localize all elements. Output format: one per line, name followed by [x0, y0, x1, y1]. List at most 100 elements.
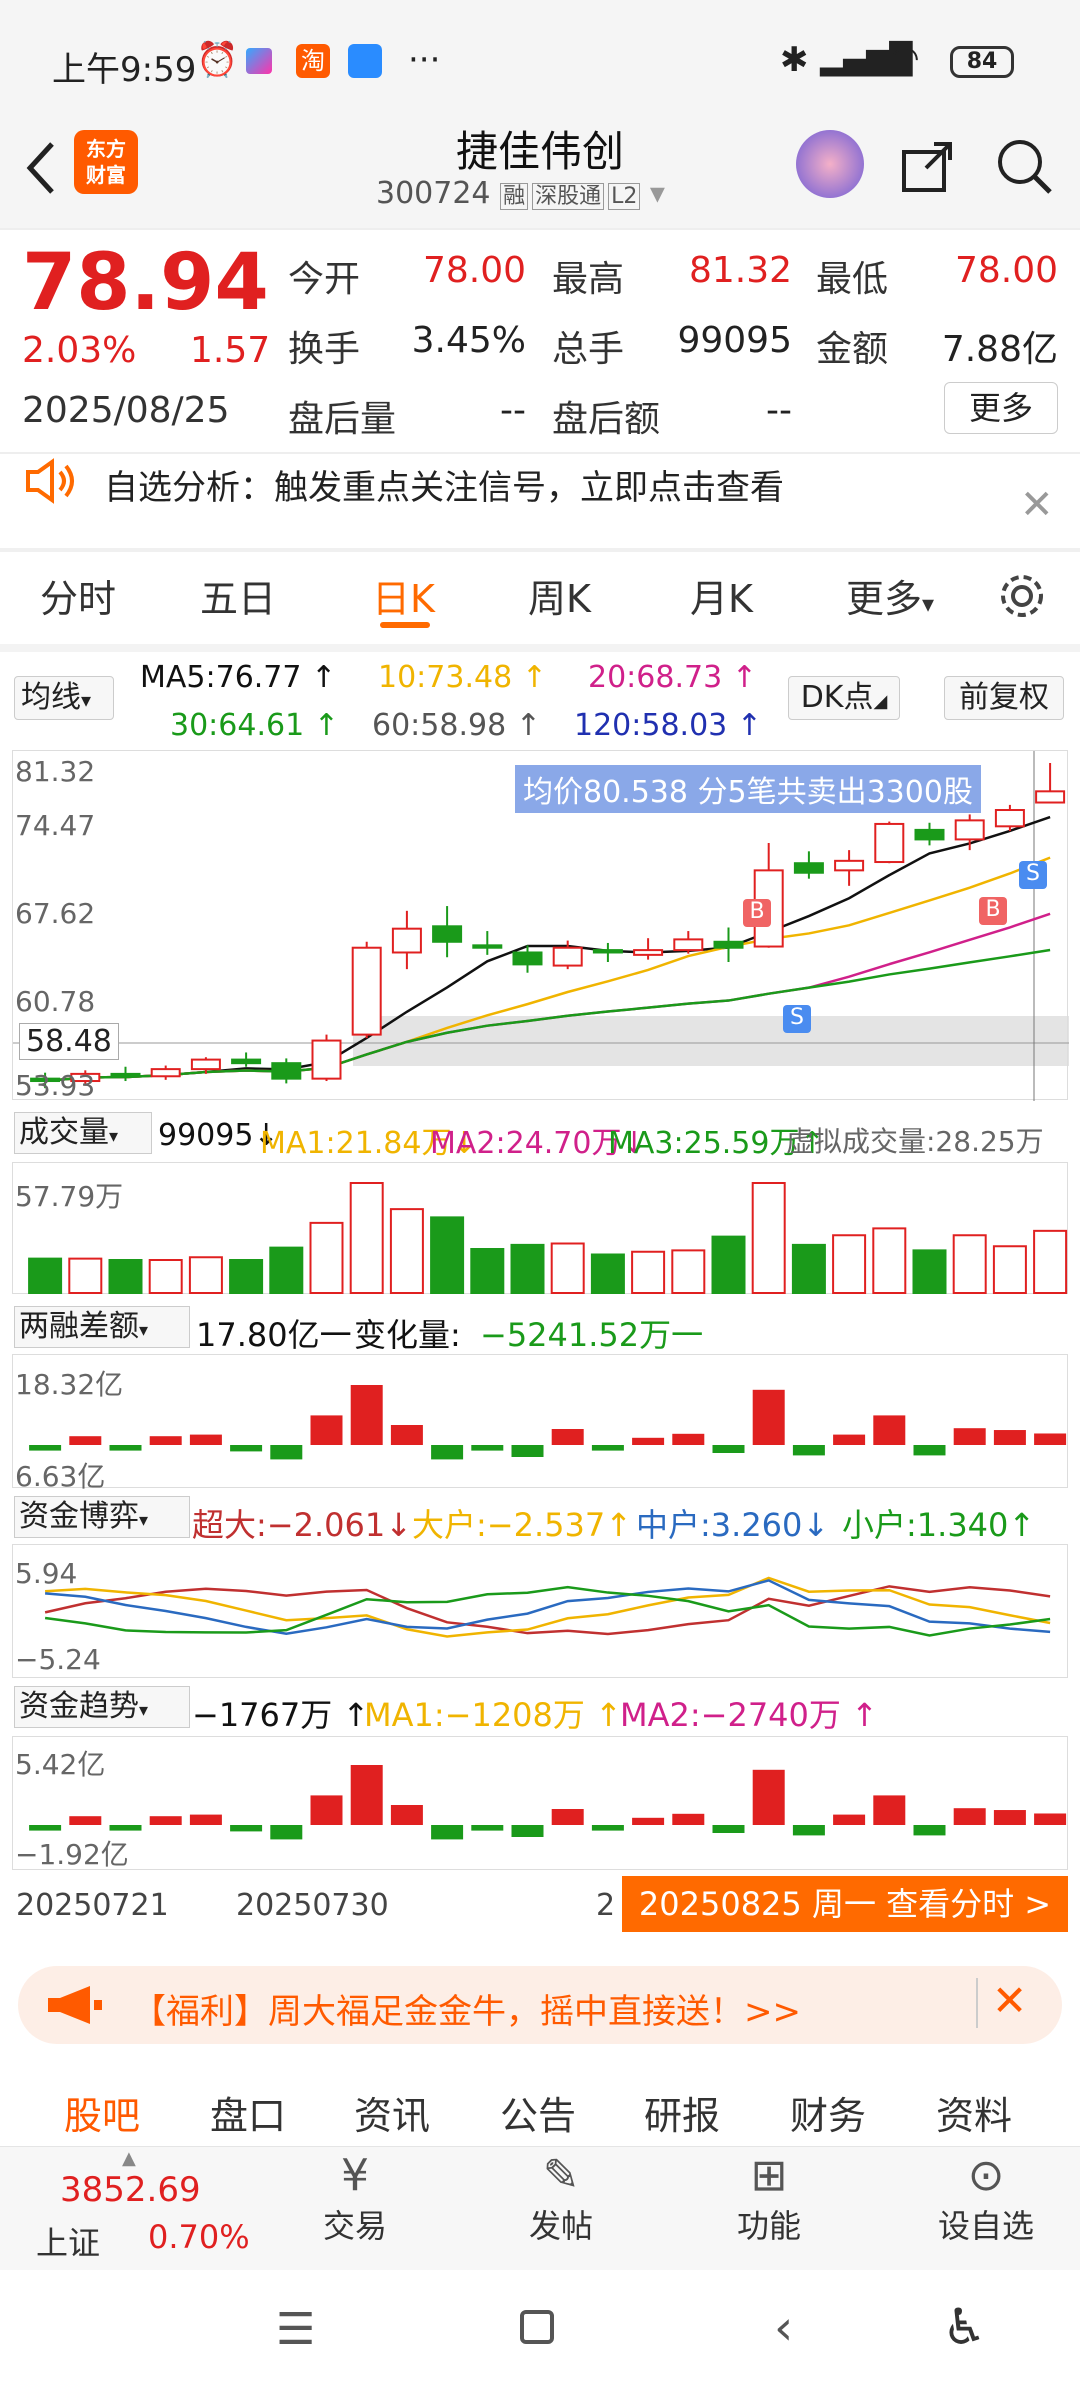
- margin-bar: [310, 1415, 343, 1445]
- candle-body: [994, 809, 1025, 828]
- search-icon[interactable]: [994, 136, 1054, 196]
- tab-guba[interactable]: 股吧: [64, 2085, 140, 2140]
- margin-bar: [913, 1445, 946, 1456]
- candle-body: [552, 946, 583, 967]
- trend-bar: [511, 1825, 544, 1837]
- trend-ma1: MA1:−1208万 ↑: [364, 1696, 622, 1734]
- trend-bar: [993, 1810, 1026, 1825]
- margin-bar: [350, 1385, 383, 1445]
- kline-chart[interactable]: 81.32 74.47 67.62 60.78 53.93 58.48 均价80…: [12, 750, 1069, 1102]
- tab-weekly-k[interactable]: 周K: [528, 568, 591, 623]
- trend-bar: [310, 1795, 343, 1825]
- y-label-3: 60.78: [15, 985, 96, 1018]
- buy-signal-badge[interactable]: B: [979, 897, 1007, 925]
- notice-text[interactable]: 自选分析：触发重点关注信号，立即点击查看: [104, 460, 784, 509]
- trade-button[interactable]: ¥ 交易: [300, 2150, 410, 2247]
- value-turnover: 3.45%: [411, 320, 526, 361]
- volume-svg: [28, 1182, 1068, 1294]
- index-value[interactable]: 3852.69: [60, 2170, 201, 2210]
- sell-signal-badge[interactable]: S: [783, 1005, 811, 1033]
- margin-bar: [792, 1445, 825, 1456]
- ma-selector[interactable]: 均线▾: [14, 676, 114, 720]
- post-button[interactable]: ✎ 发帖: [506, 2150, 616, 2247]
- trend-bar: [953, 1808, 986, 1825]
- margin-chart[interactable]: 18.32亿 6.63亿: [12, 1354, 1068, 1493]
- index-pct[interactable]: 0.70%: [148, 2218, 250, 2256]
- accessibility-icon[interactable]: ♿: [942, 2298, 987, 2356]
- fund-y-min: −5.24: [15, 1643, 101, 1676]
- view-intraday-button[interactable]: 20250825 周一 查看分时 >: [622, 1876, 1068, 1932]
- margin-bar: [672, 1433, 705, 1445]
- volume-chart[interactable]: 57.79万: [12, 1162, 1068, 1294]
- candle-body: [834, 859, 865, 872]
- candle-body: [472, 944, 503, 949]
- edit-icon: ✎: [542, 2150, 580, 2201]
- tab-daily-k[interactable]: 日K: [372, 568, 435, 623]
- margin-bar: [270, 1445, 303, 1460]
- function-button[interactable]: ⊞ 功能: [714, 2150, 824, 2247]
- tab-more[interactable]: 更多▾: [846, 568, 934, 623]
- x-label-end: 2: [596, 1888, 616, 1923]
- tab-research[interactable]: 研报: [644, 2085, 720, 2140]
- y-label-1: 74.47: [15, 809, 96, 842]
- trend-bar: [913, 1825, 946, 1836]
- promo-close-icon[interactable]: ✕: [992, 1976, 1027, 2025]
- margin-bar: [632, 1437, 665, 1445]
- more-button[interactable]: 更多: [944, 382, 1058, 434]
- candle-body: [793, 862, 824, 874]
- assistant-avatar[interactable]: [796, 130, 864, 198]
- trend-bar: [189, 1814, 222, 1825]
- trend-chart[interactable]: 5.42亿 −1.92亿: [12, 1736, 1068, 1871]
- trend-bar: [109, 1825, 142, 1831]
- tab-finance[interactable]: 财务: [790, 2085, 866, 2140]
- buy-signal-badge[interactable]: B: [743, 899, 771, 927]
- tab-monthly-k[interactable]: 月K: [690, 568, 753, 623]
- menu-icon[interactable]: ☰: [276, 2304, 315, 2355]
- volume-bar: [711, 1235, 746, 1294]
- close-icon[interactable]: ✕: [1020, 482, 1054, 528]
- tab-5day[interactable]: 五日: [200, 568, 276, 623]
- trend-bar: [350, 1765, 383, 1825]
- video-app-icon: [246, 48, 272, 74]
- promo-divider: [976, 1978, 978, 2028]
- trend-selector[interactable]: 资金趋势▾: [14, 1686, 190, 1728]
- label-amount: 金额: [816, 329, 889, 370]
- fund-selector[interactable]: 资金博弈▾: [14, 1496, 190, 1538]
- volume-bar: [28, 1257, 63, 1294]
- tab-announcement[interactable]: 公告: [500, 2085, 576, 2140]
- margin-bar: [431, 1445, 464, 1460]
- ma5-value: MA5:76.77 ↑: [140, 660, 337, 695]
- margin-bar: [1034, 1433, 1067, 1445]
- index-name[interactable]: 上证: [36, 2218, 100, 2264]
- fund-chart[interactable]: 5.94 −5.24: [12, 1544, 1068, 1678]
- margin-bar: [993, 1430, 1026, 1445]
- share-icon[interactable]: [900, 138, 956, 194]
- margin-selector[interactable]: 两融差额▾: [14, 1306, 190, 1348]
- fund-large: 大户:−2.537↑: [412, 1506, 633, 1544]
- add-watchlist-button[interactable]: ⊙ 设自选: [916, 2150, 1056, 2247]
- margin-bar: [471, 1445, 504, 1451]
- back-icon[interactable]: [20, 138, 60, 198]
- back-nav-icon[interactable]: ‹: [774, 2300, 793, 2356]
- candle-body: [1035, 790, 1066, 804]
- volume-selector[interactable]: 成交量▾: [14, 1112, 152, 1154]
- margin-y-min: 6.63亿: [15, 1460, 106, 1493]
- tab-news[interactable]: 资讯: [354, 2085, 430, 2140]
- label-total-vol: 总手: [552, 329, 625, 370]
- home-icon[interactable]: [520, 2310, 554, 2344]
- candle-body: [633, 949, 664, 956]
- tab-pankou[interactable]: 盘口: [210, 2085, 286, 2140]
- sell-signal-badge[interactable]: S: [1019, 861, 1047, 889]
- promo-banner[interactable]: 【福利】周大福足金金牛，摇中直接送！>> ✕: [18, 1966, 1062, 2044]
- tab-intraday[interactable]: 分时: [40, 568, 116, 623]
- trend-bar: [551, 1809, 584, 1825]
- settings-gear-icon[interactable]: [996, 570, 1048, 622]
- value-after-amt: --: [766, 390, 792, 431]
- adjust-button[interactable]: 前复权: [944, 676, 1064, 720]
- trend-bar: [833, 1814, 866, 1825]
- price-change: 1.57: [190, 330, 271, 371]
- candle-body: [432, 925, 463, 943]
- tab-profile[interactable]: 资料: [936, 2085, 1012, 2140]
- dk-point-button[interactable]: DK点◢: [788, 676, 900, 720]
- trend-value: −1767万 ↑: [192, 1696, 370, 1734]
